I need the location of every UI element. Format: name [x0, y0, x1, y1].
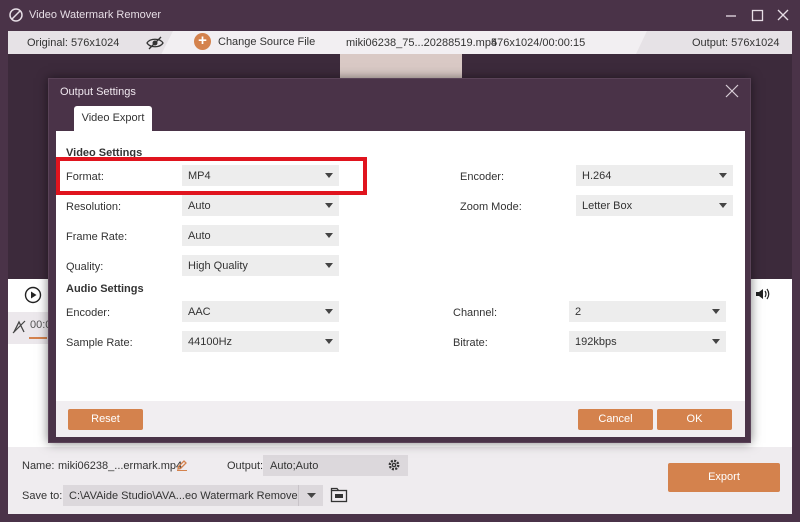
close-icon [777, 9, 789, 21]
quality-select[interactable]: High Quality [182, 255, 339, 276]
audio-encoder-value: AAC [188, 306, 211, 318]
chevron-down-icon [325, 263, 333, 268]
audio-encoder-select[interactable]: AAC [182, 301, 339, 322]
resolution-value: Auto [188, 200, 211, 212]
video-frame [340, 54, 462, 79]
ok-button[interactable]: OK [657, 409, 732, 430]
folder-icon[interactable] [330, 487, 348, 503]
original-size-label: Original: 576x1024 [27, 37, 120, 49]
frame-rate-label: Frame Rate: [66, 231, 128, 243]
dialog-title: Output Settings [60, 86, 136, 98]
resolution-label: Resolution: [66, 201, 122, 213]
maximize-button[interactable] [748, 6, 766, 24]
tab-video-export[interactable]: Video Export [74, 106, 152, 131]
bitrate-value: 192kbps [575, 336, 617, 348]
chevron-down-icon [325, 309, 333, 314]
save-to-dropdown[interactable] [298, 485, 323, 506]
bitrate-label: Bitrate: [453, 337, 488, 349]
play-icon[interactable] [24, 286, 42, 304]
save-to-path-field[interactable]: C:\AVAide Studio\AVA...eo Watermark Remo… [63, 485, 302, 506]
zoom-mode-value: Letter Box [582, 200, 633, 212]
cancel-button[interactable]: Cancel [578, 409, 653, 430]
volume-icon[interactable] [755, 287, 771, 301]
output-label: Output: [227, 460, 264, 472]
export-button[interactable]: Export [668, 463, 780, 492]
title-bar: Video Watermark Remover [0, 0, 800, 30]
chevron-down-icon [712, 309, 720, 314]
audio-settings-heading: Audio Settings [66, 283, 144, 295]
minimize-button[interactable] [722, 6, 740, 24]
chevron-down-icon [712, 339, 720, 344]
maximize-icon [751, 9, 764, 22]
dialog-close-icon[interactable] [725, 84, 739, 98]
sample-rate-select[interactable]: 44100Hz [182, 331, 339, 352]
plus-icon: + [194, 33, 211, 50]
app-title: Video Watermark Remover [29, 9, 162, 21]
zoom-mode-select[interactable]: Letter Box [576, 195, 733, 216]
format-highlight-box [56, 157, 367, 195]
output-name-value: miki06238_...ermark.mp4 [58, 460, 183, 472]
sample-rate-label: Sample Rate: [66, 337, 133, 349]
quality-value: High Quality [188, 260, 248, 272]
frame-rate-value: Auto [188, 230, 211, 242]
edit-pencil-icon[interactable] [176, 459, 188, 471]
channel-value: 2 [575, 306, 582, 318]
quality-label: Quality: [66, 261, 104, 273]
change-source-label: Change Source File [218, 36, 316, 48]
chevron-down-icon [325, 233, 333, 238]
source-file-meta: 576x1024/00:00:15 [491, 37, 586, 49]
reset-button[interactable]: Reset [68, 409, 143, 430]
frame-rate-select[interactable]: Auto [182, 225, 339, 246]
app-logo-icon [9, 8, 23, 22]
output-size-label: Output: 576x1024 [692, 37, 780, 49]
close-window-button[interactable] [774, 6, 792, 24]
timeline-progress [29, 337, 47, 339]
sample-rate-value: 44100Hz [188, 336, 233, 348]
change-source-file-button[interactable]: + Change Source File [194, 33, 315, 51]
chevron-down-icon [307, 493, 316, 498]
audio-encoder-label: Encoder: [66, 307, 111, 319]
output-format-field[interactable]: Auto;Auto [263, 455, 408, 476]
chevron-down-icon [325, 339, 333, 344]
video-encoder-label: Encoder: [460, 171, 505, 183]
video-encoder-select[interactable]: H.264 [576, 165, 733, 186]
chevron-down-icon [719, 203, 727, 208]
save-to-label: Save to: [22, 490, 63, 502]
watermark-remove-icon [12, 320, 26, 334]
zoom-mode-label: Zoom Mode: [460, 201, 522, 213]
eye-hidden-icon[interactable] [146, 36, 164, 50]
minimize-icon [726, 15, 736, 17]
bitrate-select[interactable]: 192kbps [569, 331, 726, 352]
output-format-value: Auto;Auto [270, 460, 319, 472]
save-to-path-value: C:\AVAide Studio\AVA...eo Watermark Remo… [69, 490, 302, 502]
chevron-down-icon [719, 173, 727, 178]
chevron-down-icon [325, 203, 333, 208]
channel-select[interactable]: 2 [569, 301, 726, 322]
gear-icon[interactable] [387, 458, 401, 472]
source-file-name: miki06238_75...20288519.mp4 [346, 37, 498, 49]
channel-label: Channel: [453, 307, 498, 319]
resolution-select[interactable]: Auto [182, 195, 339, 216]
name-label: Name: [22, 460, 55, 472]
video-encoder-value: H.264 [582, 170, 612, 182]
